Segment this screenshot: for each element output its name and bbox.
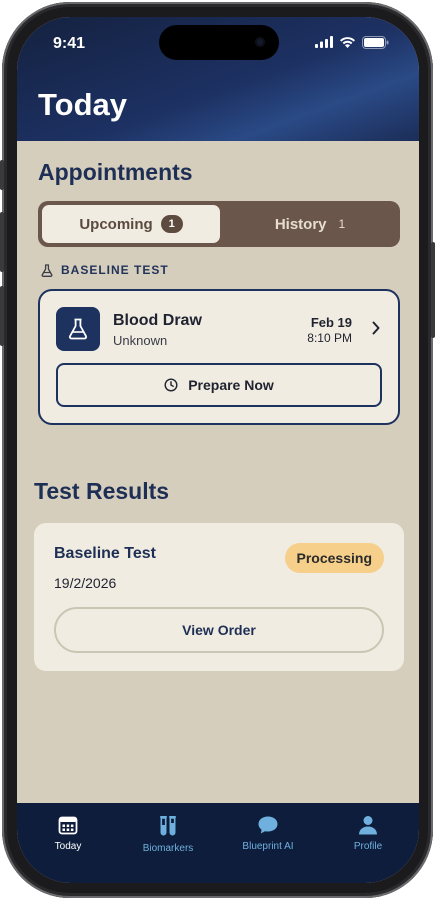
flask-icon	[41, 263, 53, 277]
test-result-card: Baseline Test 19/2/2026 Processing View …	[34, 523, 404, 671]
tab-today-label: Today	[54, 841, 82, 852]
appointments-title: Appointments	[38, 159, 193, 185]
page-title: Today	[38, 87, 127, 122]
status-time: 9:41	[53, 35, 86, 52]
tab-blueprint-ai[interactable]: Blueprint AI	[218, 815, 318, 852]
calendar-icon	[58, 816, 78, 835]
status-badge: Processing	[284, 543, 384, 573]
tab-blueprint-ai-label: Blueprint AI	[242, 841, 294, 852]
status-icons	[315, 35, 389, 49]
appointments-segmented-control: Upcoming 1 History 1	[38, 201, 400, 247]
wifi-icon	[340, 37, 355, 48]
tab-upcoming[interactable]: Upcoming 1	[42, 205, 220, 243]
appointment-card[interactable]: Blood Draw Unknown Feb 19 8:10 PM Prepar…	[38, 289, 400, 425]
result-name: Baseline Test	[54, 545, 156, 562]
test-results-title: Test Results	[34, 478, 170, 504]
tab-bar: Today Biomarkers Blueprint AI Profile	[17, 803, 419, 883]
history-count: 1	[338, 217, 346, 231]
signal-icon	[315, 36, 333, 48]
prepare-now-label: Prepare Now	[188, 377, 274, 393]
tab-biomarkers-label: Biomarkers	[142, 843, 194, 854]
appointment-time: 8:10 PM	[307, 331, 352, 345]
volume-down-button	[0, 286, 4, 346]
person-icon	[359, 816, 377, 835]
chat-bubble-icon	[258, 816, 278, 834]
tab-upcoming-label: Upcoming	[79, 215, 153, 233]
group-label: BASELINE TEST	[41, 263, 169, 277]
tab-profile[interactable]: Profile	[318, 815, 418, 852]
view-order-button[interactable]: View Order	[54, 607, 384, 653]
appointment-name: Blood Draw	[113, 312, 202, 329]
battery-icon	[362, 35, 389, 49]
result-date: 19/2/2026	[54, 575, 117, 591]
tab-biomarkers[interactable]: Biomarkers	[118, 815, 218, 854]
tab-history-label: History	[274, 215, 327, 233]
group-label-text: BASELINE TEST	[61, 263, 169, 277]
appointment-date: Feb 19	[310, 315, 352, 330]
test-tubes-icon	[160, 816, 176, 836]
clock-icon	[164, 378, 178, 392]
power-button	[431, 242, 435, 338]
header: 9:41 Today	[17, 17, 419, 141]
upcoming-count-badge: 1	[160, 215, 183, 233]
flask-icon	[68, 318, 88, 340]
tab-history[interactable]: History 1	[224, 205, 396, 243]
tab-profile-label: Profile	[353, 841, 383, 852]
prepare-now-button[interactable]: Prepare Now	[56, 363, 382, 407]
dynamic-island	[159, 25, 279, 60]
tab-today[interactable]: Today	[18, 815, 118, 852]
camera-icon	[255, 37, 265, 47]
chevron-right-icon[interactable]	[372, 321, 380, 335]
appointment-location: Unknown	[113, 333, 168, 348]
volume-up-button	[0, 212, 4, 272]
appointment-icon-tile	[56, 307, 100, 351]
mute-switch	[0, 160, 4, 190]
app-screen: 9:41 Today Appointments Upcoming 1 Histo…	[17, 17, 419, 883]
